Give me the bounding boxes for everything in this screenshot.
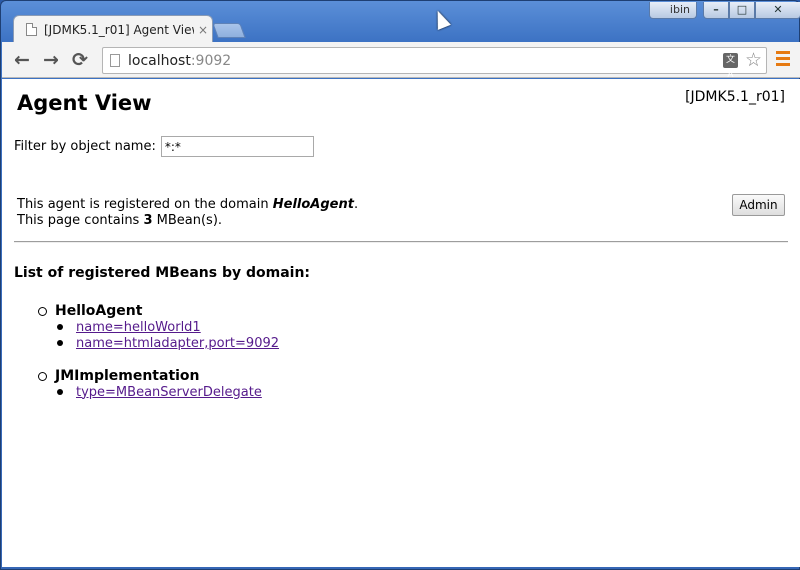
domain-item: JMImplementation type=MBeanServerDelegat… <box>38 368 279 400</box>
page-content: Agent View [JDMK5.1_r01] Filter by objec… <box>2 79 800 567</box>
mbean-item: name=htmladapter,port=9092 <box>75 335 279 351</box>
minimize-button[interactable]: – <box>703 2 729 19</box>
filter-input[interactable] <box>160 136 314 157</box>
mbean-list: type=MBeanServerDelegate <box>75 384 279 400</box>
domain-item: HelloAgent name=helloWorld1 name=htmlada… <box>38 303 279 351</box>
page-icon <box>110 54 120 67</box>
mbean-count: 3 <box>143 213 153 228</box>
bookmark-star-icon[interactable]: ☆ <box>745 49 762 71</box>
agent-info: This agent is registered on the domain H… <box>17 197 358 229</box>
agent-domain: HelloAgent <box>272 197 354 212</box>
window-controls: – □ ✕ <box>703 2 800 19</box>
filter-label: Filter by object name: <box>14 139 156 154</box>
maximize-button[interactable]: □ <box>729 2 755 19</box>
address-bar[interactable]: localhost :9092 文A ☆ <box>102 47 767 80</box>
page-title: Agent View <box>17 91 152 115</box>
forward-arrow-icon[interactable]: → <box>37 46 65 74</box>
domain-list: HelloAgent name=helloWorld1 name=htmlada… <box>38 303 279 417</box>
version-label: [JDMK5.1_r01] <box>685 89 785 105</box>
count-prefix: This page contains <box>17 213 144 228</box>
mouse-cursor-icon <box>431 8 451 30</box>
list-heading: List of registered MBeans by domain: <box>14 265 311 281</box>
count-suffix: MBean(s). <box>152 213 223 228</box>
divider <box>14 241 788 243</box>
url-host: localhost <box>128 52 191 69</box>
page-icon <box>26 23 37 36</box>
admin-button[interactable]: Admin <box>732 194 785 216</box>
back-arrow-icon[interactable]: ← <box>8 46 36 74</box>
translate-icon[interactable]: 文A <box>723 53 738 80</box>
url-port: :9092 <box>190 52 232 69</box>
info-suffix: . <box>353 197 359 212</box>
user-profile-badge[interactable]: ibin <box>649 2 697 19</box>
domain-name: HelloAgent <box>38 303 279 319</box>
mbean-link[interactable]: type=MBeanServerDelegate <box>76 385 262 400</box>
tab-title: [JDMK5.1_r01] Agent View <box>44 22 194 37</box>
mbean-link[interactable]: name=helloWorld1 <box>76 320 201 335</box>
mbean-item: name=helloWorld1 <box>75 319 279 335</box>
new-tab-button[interactable] <box>212 23 246 38</box>
browser-toolbar: ← → ⟳ localhost :9092 文A ☆ <box>2 42 800 80</box>
menu-icon[interactable] <box>776 51 790 69</box>
close-window-button[interactable]: ✕ <box>755 2 800 19</box>
info-prefix: This agent is registered on the domain <box>17 197 273 212</box>
filter-row: Filter by object name: <box>14 136 314 157</box>
mbean-link[interactable]: name=htmladapter,port=9092 <box>76 336 279 351</box>
browser-tab[interactable]: [JDMK5.1_r01] Agent View × <box>13 15 213 43</box>
tab-close-icon[interactable]: × <box>198 23 208 37</box>
domain-name: JMImplementation <box>38 368 279 384</box>
reload-icon[interactable]: ⟳ <box>66 46 94 74</box>
mbean-list: name=helloWorld1 name=htmladapter,port=9… <box>75 319 279 351</box>
mbean-item: type=MBeanServerDelegate <box>75 384 279 400</box>
browser-window: ibin – □ ✕ [JDMK5.1_r01] Agent View × ← … <box>0 0 800 570</box>
